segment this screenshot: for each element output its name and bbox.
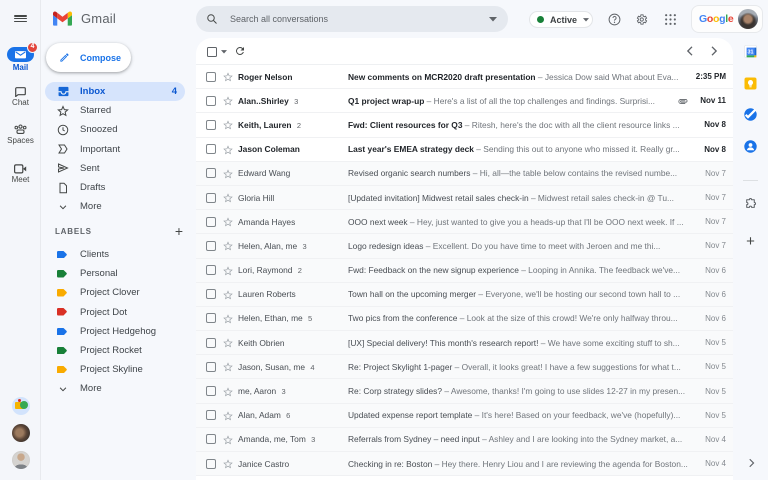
svg-text:31: 31 (748, 50, 754, 56)
